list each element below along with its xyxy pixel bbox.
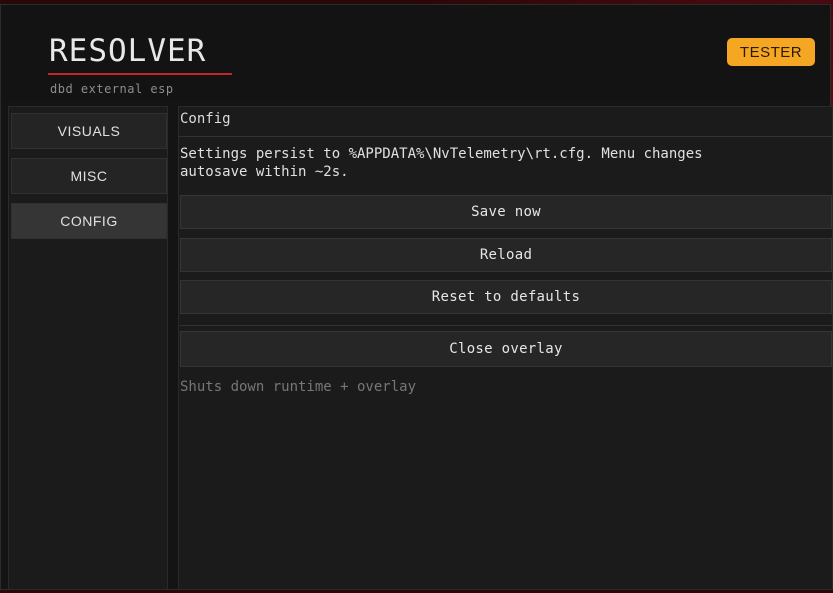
tester-badge: TESTER	[727, 38, 815, 66]
logo-underline	[48, 73, 232, 75]
sidebar-item-config[interactable]: CONFIG	[11, 203, 167, 239]
close-hint: Shuts down runtime + overlay	[180, 379, 417, 395]
reload-button[interactable]: Reload	[180, 238, 832, 272]
sidebar: VISUALS MISC CONFIG	[8, 106, 168, 590]
sidebar-item-misc[interactable]: MISC	[11, 158, 167, 194]
save-now-button[interactable]: Save now	[180, 195, 832, 229]
app-logo: RESOLVER	[49, 33, 207, 69]
reset-defaults-button[interactable]: Reset to defaults	[180, 280, 832, 314]
overlay-window: RESOLVER dbd external esp TESTER VISUALS…	[0, 4, 833, 590]
header: RESOLVER dbd external esp TESTER	[1, 5, 830, 101]
divider	[180, 325, 832, 326]
config-panel: Config Settings persist to %APPDATA%\NvT…	[178, 106, 833, 590]
section-title: Config	[179, 111, 832, 137]
config-description: Settings persist to %APPDATA%\NvTelemetr…	[180, 146, 703, 180]
sidebar-item-visuals[interactable]: VISUALS	[11, 113, 167, 149]
close-overlay-button[interactable]: Close overlay	[180, 331, 832, 367]
app-subtitle: dbd external esp	[50, 82, 174, 96]
